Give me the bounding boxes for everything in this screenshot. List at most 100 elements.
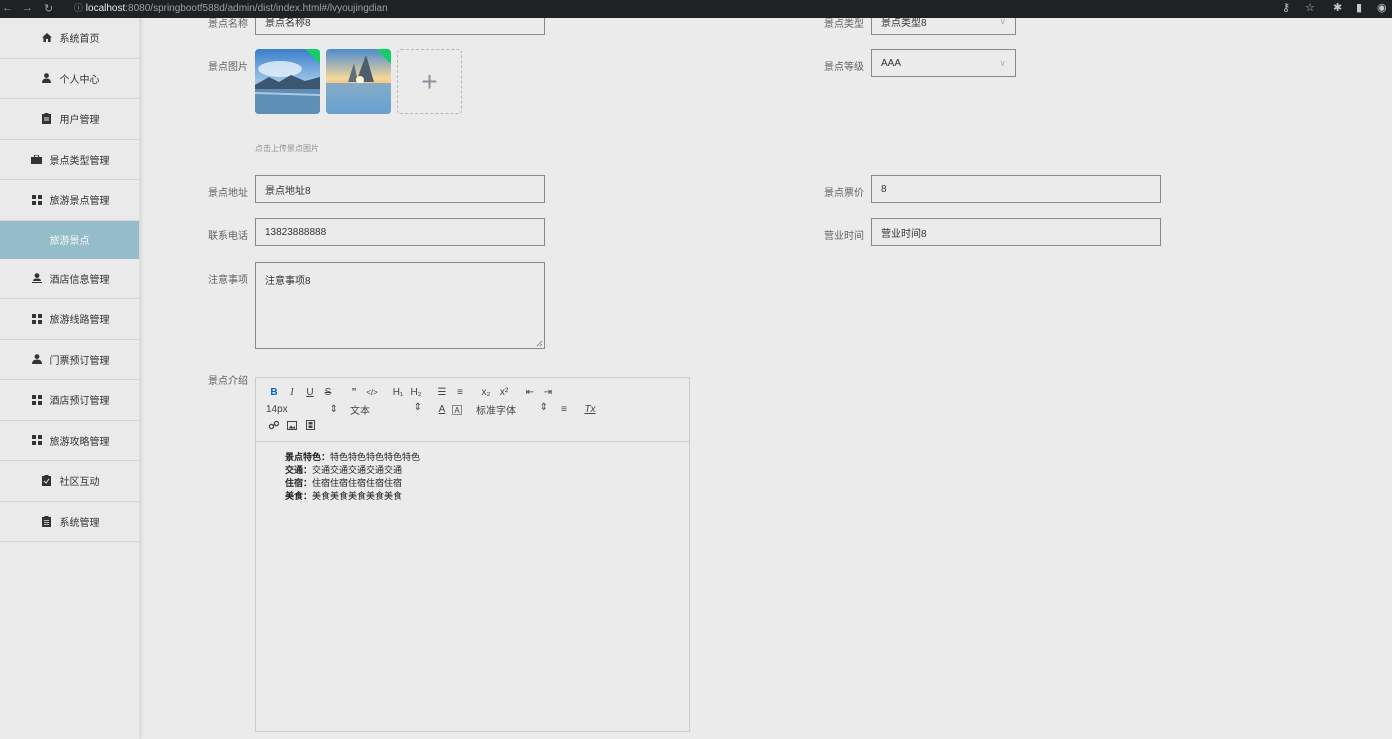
blockquote-button[interactable]: ” (346, 387, 362, 398)
back-icon[interactable]: ← (2, 2, 13, 14)
subscript-button[interactable]: x₂ (478, 387, 494, 398)
sidebar-item-label: 酒店信息管理 (49, 274, 110, 286)
sidebar-item-hotel-booking[interactable]: 酒店预订管理 (0, 380, 139, 421)
link-icon[interactable] (266, 420, 282, 433)
code-block-button[interactable]: </> (364, 388, 380, 397)
phone-input[interactable]: 13823888888 (255, 218, 545, 246)
notes-textarea[interactable]: 注意事项8 (255, 262, 545, 349)
uploaded-image-2[interactable] (326, 49, 391, 114)
upload-tip: 点击上传景点图片 (255, 144, 319, 153)
sidebar-item-system[interactable]: 系统管理 (0, 502, 139, 542)
images-label: 景点图片 (208, 62, 248, 73)
star-icon[interactable]: ☆ (1305, 1, 1315, 14)
plus-icon: + (421, 65, 438, 97)
italic-button[interactable]: I (284, 387, 300, 398)
sidebar-item-spot-manage[interactable]: 旅游景点管理 (0, 180, 139, 221)
level-select-value: AAA (881, 57, 902, 69)
grid-icon (30, 435, 44, 446)
key-icon[interactable]: ⚷ (1282, 1, 1290, 14)
sidebar-item-home[interactable]: 系统首页 (0, 18, 139, 59)
header-1-button[interactable]: H₁ (390, 387, 406, 398)
updown-icon: ⇕ (413, 402, 422, 413)
forward-icon[interactable]: → (22, 2, 33, 14)
sidebar-item-label: 社区互动 (59, 477, 100, 489)
editor-toolbar: B I U S ” </> H₁ H₂ ☰ ≡ x₂ x² ⇤ ⇥ 14px ⇕ (256, 378, 689, 442)
briefcase-icon (30, 154, 44, 164)
video-icon[interactable] (302, 420, 318, 433)
resize-handle-icon[interactable] (536, 340, 543, 347)
clean-format-button[interactable]: Tx (582, 404, 598, 415)
header-value: 文本 (350, 406, 370, 417)
font-size-picker[interactable]: 14px ⇕ (266, 404, 338, 415)
sidebar-item-route[interactable]: 旅游线路管理 (0, 299, 139, 340)
sidebar-item-label: 门票预订管理 (49, 355, 110, 367)
outdent-button[interactable]: ⇤ (522, 387, 538, 398)
sidebar-item-label: 用户管理 (59, 115, 100, 127)
upload-add-button[interactable]: + (397, 49, 462, 114)
clipboard-icon (40, 515, 54, 527)
editor-content[interactable]: 景点特色：特色特色特色特色特色 交通：交通交通交通交通交通 住宿：住宿住宿住宿住… (256, 442, 689, 512)
info-icon[interactable]: ⓘ (74, 3, 83, 13)
address-input[interactable]: 景点地址8 (255, 175, 545, 203)
image-icon[interactable] (284, 420, 300, 433)
indent-button[interactable]: ⇥ (540, 387, 556, 398)
sidebar-item-label: 酒店预订管理 (49, 396, 110, 408)
address-input-value: 景点地址8 (265, 185, 311, 197)
phone-input-value: 13823888888 (265, 226, 327, 238)
hours-input[interactable]: 营业时间8 (871, 218, 1161, 246)
user-icon (30, 354, 44, 365)
header-picker[interactable]: 文本 ⇕ (350, 402, 422, 417)
sidebar: 系统首页 个人中心 用户管理 景点类型管理 旅游景点管理 旅游景点 酒店信息管理 (0, 18, 140, 739)
sidebar-item-label: 景点类型管理 (49, 155, 110, 167)
sidebar-item-label: 个人中心 (59, 74, 100, 86)
url-host: localhost (85, 3, 126, 14)
intro-label: 景点介绍 (208, 376, 248, 387)
reload-icon[interactable]: ↻ (44, 2, 53, 15)
sidebar-item-label: 旅游景点管理 (49, 196, 110, 208)
browser-toolbar: ← → ↻ ⓘ localhost:8080/springbootf588d/a… (0, 0, 1392, 18)
price-input-value: 8 (881, 183, 887, 195)
price-label: 景点票价 (824, 188, 864, 199)
sidebar-subitem-spot[interactable]: 旅游景点 (0, 220, 139, 259)
sidebar-item-users[interactable]: 用户管理 (0, 99, 139, 140)
sidepanel-icon[interactable]: ▮ (1356, 1, 1362, 14)
uploaded-image-1[interactable] (255, 49, 320, 114)
updown-icon: ⇕ (329, 404, 338, 415)
grid-icon (30, 313, 44, 324)
rich-text-editor: B I U S ” </> H₁ H₂ ☰ ≡ x₂ x² ⇤ ⇥ 14px ⇕ (255, 377, 690, 732)
profile-icon[interactable]: ◉ (1377, 1, 1387, 14)
sidebar-item-hotel-info[interactable]: 酒店信息管理 (0, 259, 139, 299)
underline-button[interactable]: U (302, 387, 318, 398)
content-line: 交通：交通交通交通交通交通 (285, 465, 403, 475)
font-size-value: 14px (266, 404, 288, 415)
level-select[interactable]: AAA ∨ (871, 49, 1016, 77)
phone-label: 联系电话 (208, 231, 248, 242)
price-input[interactable]: 8 (871, 175, 1161, 203)
puzzle-icon[interactable]: ✱ (1333, 1, 1342, 14)
font-family-picker[interactable]: 标准字体 ⇕ (476, 402, 548, 417)
sidebar-item-ticket[interactable]: 门票预订管理 (0, 340, 139, 380)
sidebar-item-profile[interactable]: 个人中心 (0, 59, 139, 99)
strike-button[interactable]: S (320, 387, 336, 398)
bullet-list-button[interactable]: ≡ (452, 387, 468, 398)
grid-icon (30, 394, 44, 405)
sidebar-item-label: 旅游线路管理 (49, 315, 110, 327)
align-button[interactable]: ≡ (556, 404, 572, 415)
sidebar-item-spot-type[interactable]: 景点类型管理 (0, 140, 139, 180)
header-2-button[interactable]: H₂ (408, 387, 424, 398)
ordered-list-button[interactable]: ☰ (434, 387, 450, 398)
notes-textarea-value: 注意事项8 (265, 276, 311, 287)
sidebar-item-community[interactable]: 社区互动 (0, 461, 139, 502)
sidebar-item-label: 系统管理 (59, 517, 100, 529)
sidebar-item-guide[interactable]: 旅游攻略管理 (0, 421, 139, 461)
notes-label: 注意事项 (208, 275, 248, 286)
background-color-icon[interactable]: A (452, 404, 462, 415)
content-line: 美食：美食美食美食美食美食 (285, 491, 403, 501)
address-label: 景点地址 (208, 188, 248, 199)
superscript-button[interactable]: x² (496, 387, 512, 398)
grid-icon (30, 194, 44, 205)
bold-button[interactable]: B (266, 387, 282, 398)
address-bar[interactable]: ⓘ localhost:8080/springbootf588d/admin/d… (74, 1, 388, 15)
sidebar-item-label: 旅游攻略管理 (49, 436, 110, 448)
text-color-icon[interactable]: A (434, 404, 450, 415)
